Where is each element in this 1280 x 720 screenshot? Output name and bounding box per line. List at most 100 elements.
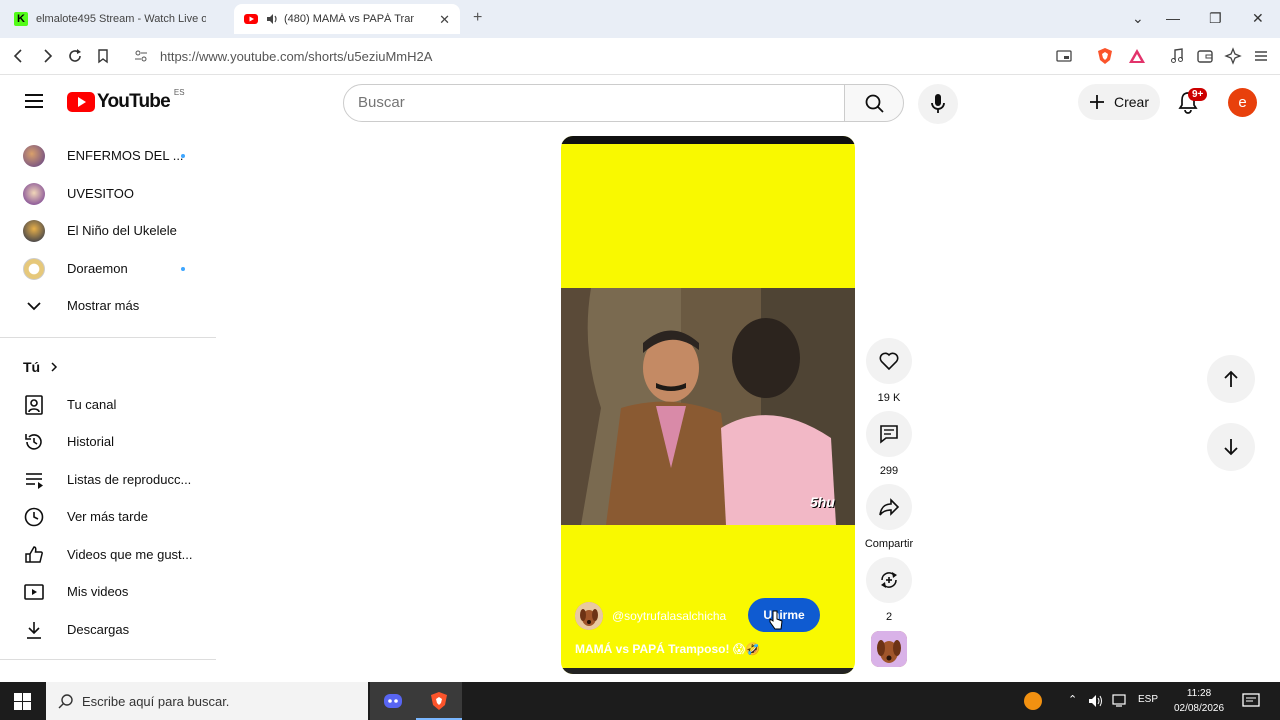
input-language[interactable]: ESP [1138,694,1158,705]
wallet-icon[interactable] [1196,47,1214,65]
cast-icon[interactable] [1055,47,1073,65]
tab-kick-stream[interactable]: K elmalote495 Stream - Watch Live on [6,4,226,34]
you-section-header[interactable]: Tú [0,348,216,385]
watch-later-icon [24,507,44,526]
audio-playing-icon[interactable] [266,13,278,25]
sidebar-item-watch-later[interactable]: Ver más tarde [0,498,216,535]
start-button[interactable] [0,682,46,720]
remix-button[interactable] [866,557,912,603]
arrow-down-icon [1224,439,1238,456]
sidebar-divider [0,659,216,660]
new-tab-icon[interactable]: + [473,9,482,27]
comment-icon [880,425,898,444]
weather-orb-icon[interactable] [1024,692,1042,710]
previous-short-button[interactable] [1207,355,1255,403]
sidebar: ENFERMOS DEL ... UVESITOO El Niño del Uk… [0,131,216,682]
sidebar-subscription-enfermos[interactable]: ENFERMOS DEL ... [0,137,216,174]
comment-count: 299 [879,465,899,477]
brave-shields-icon[interactable] [1096,47,1114,65]
sidebar-item-my-videos[interactable]: Mis videos [0,573,216,610]
shorts-player[interactable]: 5hu @soytrufalasalchicha Unirme MAMÁ vs … [561,136,855,674]
show-more-button[interactable]: Mostrar más [0,287,216,324]
sound-thumbnail[interactable] [871,631,907,667]
history-icon [25,433,42,450]
search-box [343,84,845,122]
sidebar-item-playlists[interactable]: Listas de reproducc... [0,461,216,498]
discord-taskbar-app[interactable] [370,682,416,720]
tab-youtube-short[interactable]: (480) MAMÁ vs PAPÁ Tramposo ✕ [234,4,460,34]
channel-avatar [23,219,45,242]
video-scene [561,288,855,525]
short-channel-avatar[interactable] [575,602,603,630]
share-button[interactable] [866,484,912,530]
taskbar-search[interactable]: Escribe aquí para buscar. [46,682,368,720]
brave-taskbar-app[interactable] [416,682,462,720]
url-field[interactable]: https://www.youtube.com/shorts/u5eziuMmH… [126,42,1086,71]
sidebar-item-historial[interactable]: Historial [0,423,216,460]
brave-rewards-icon[interactable] [1128,47,1146,65]
browser-tab-bar: K elmalote495 Stream - Watch Live on (48… [0,0,1280,38]
close-window-icon[interactable]: ✕ [1252,10,1264,27]
comments-button[interactable] [866,411,912,457]
search-input[interactable] [358,94,828,111]
sidebar-subscription-nino-ukelele[interactable]: El Niño del Ukelele [0,212,216,249]
minimize-icon[interactable]: — [1166,10,1180,26]
discord-icon [384,694,402,708]
progress-bar[interactable] [561,668,855,674]
liked-icon [25,545,43,563]
browser-menu-icon[interactable] [1252,47,1270,65]
youtube-logo[interactable]: YouTube ES [67,87,185,113]
tray-chevron-up-icon[interactable]: ⌃ [1068,693,1077,706]
chevron-right-icon [51,361,58,372]
like-button[interactable] [866,338,912,384]
search-button[interactable] [844,84,904,122]
taskbar-clock[interactable]: 11:28 02/08/2026 [1166,686,1232,716]
heart-icon [879,352,899,371]
sidebar-item-liked-videos[interactable]: Videos que me gust... [0,536,216,573]
short-title[interactable]: MAMÁ vs PAPÁ Tramposo! 😱🤣 [575,642,760,656]
sidebar-item-label: Listas de reproducc... [67,472,192,487]
clock-date: 02/08/2026 [1173,703,1225,714]
sidebar-subscription-doraemon[interactable]: Doraemon [0,250,216,287]
notifications-badge: 9+ [1188,88,1208,101]
leo-ai-icon[interactable] [1224,47,1242,65]
clock-time: 11:28 [1186,688,1212,699]
restore-icon[interactable]: ❐ [1209,10,1222,27]
network-icon[interactable] [1112,694,1128,708]
join-button[interactable]: Unirme [748,598,820,632]
sidebar-item-tu-canal[interactable]: Tu canal [0,386,216,423]
back-icon[interactable] [10,47,28,65]
video-frame[interactable]: 5hu [561,288,855,525]
notification-center-icon[interactable] [1242,693,1260,709]
channel-icon [25,394,43,415]
short-channel-handle[interactable]: @soytrufalasalchicha [612,609,726,623]
create-button[interactable]: Crear [1078,84,1160,120]
tab-search-chevron-icon[interactable]: ⌄ [1132,10,1144,27]
account-avatar[interactable]: e [1228,88,1257,117]
downloads-icon [27,621,41,639]
sidebar-item-downloads[interactable]: Descargas [0,611,216,648]
player-top-edge [561,136,855,144]
sidebar-subscription-uvesitoo[interactable]: UVESITOO [0,175,216,212]
site-settings-icon[interactable] [134,49,148,63]
comment-action: 299 [866,411,912,477]
volume-icon[interactable] [1088,694,1104,708]
channel-avatar [23,257,45,280]
music-icon[interactable] [1168,47,1186,65]
hamburger-menu-icon[interactable] [24,93,44,109]
sidebar-divider [0,337,216,338]
remix-count: 2 [885,611,893,623]
bookmark-icon[interactable] [94,47,112,65]
region-code: ES [173,87,185,97]
sidebar-item-label: ENFERMOS DEL ... [67,148,184,163]
reload-icon[interactable] [66,47,84,65]
close-tab-icon[interactable]: ✕ [439,12,450,28]
url-text: https://www.youtube.com/shorts/u5eziuMmH… [160,49,433,64]
mouse-cursor-icon [769,610,783,630]
next-short-button[interactable] [1207,423,1255,471]
channel-avatar [23,182,45,205]
share-label: Compartir [864,538,914,550]
kick-favicon-icon: K [14,12,28,26]
voice-search-button[interactable] [918,84,958,124]
forward-icon[interactable] [38,47,56,65]
